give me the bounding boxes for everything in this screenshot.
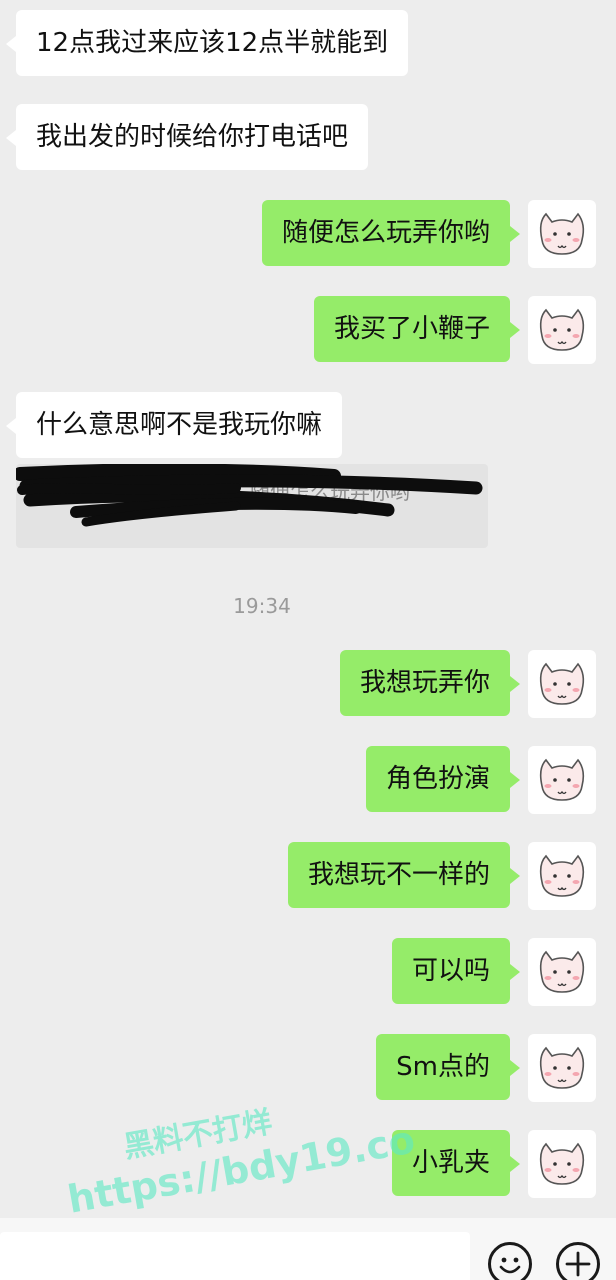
cat-sticker-avatar-icon[interactable] — [528, 938, 596, 1006]
outgoing-message-bubble[interactable]: 小乳夹 — [391, 1130, 521, 1196]
cat-sticker-avatar-icon[interactable] — [528, 1034, 596, 1102]
plus-circle-icon[interactable] — [556, 1242, 600, 1280]
outgoing-message-bubble[interactable]: 我想玩弄你 — [339, 650, 521, 716]
cat-sticker-avatar-icon[interactable] — [528, 746, 596, 814]
timestamp: 19:34 — [233, 594, 291, 618]
outgoing-message-bubble[interactable]: 角色扮演 — [365, 746, 521, 812]
quoted-reply[interactable]: ：随便怎么玩弄你哟 — [16, 464, 488, 548]
cat-sticker-avatar-icon[interactable] — [528, 650, 596, 718]
cat-sticker-avatar-icon[interactable] — [528, 296, 596, 364]
incoming-message-bubble[interactable]: 什么意思啊不是我玩你嘛 — [5, 392, 343, 458]
cat-sticker-avatar-icon[interactable] — [528, 1130, 596, 1198]
chat-window: 12点我过来应该12点半就能到 我出发的时候给你打电话吧 随便怎么玩弄你哟 我买… — [0, 0, 616, 1280]
outgoing-message-bubble[interactable]: Sm点的 — [376, 1034, 520, 1100]
watermark-line-2: https://bdy19.co — [64, 1117, 419, 1222]
outgoing-message-bubble[interactable]: 随便怎么玩弄你哟 — [261, 200, 521, 266]
outgoing-message-bubble[interactable]: 我买了小鞭子 — [313, 296, 521, 362]
cat-sticker-avatar-icon[interactable] — [528, 200, 596, 268]
watermark: 黑料不打烊 https://bdy19.co — [58, 1081, 418, 1223]
outgoing-message-bubble[interactable]: 可以吗 — [391, 938, 521, 1004]
smiley-icon[interactable] — [488, 1242, 532, 1280]
message-input[interactable] — [0, 1232, 470, 1280]
incoming-message-bubble[interactable]: 12点我过来应该12点半就能到 — [5, 10, 409, 76]
input-bar — [0, 1218, 616, 1280]
watermark-line-1: 黑料不打烊 — [121, 1104, 275, 1166]
cat-sticker-avatar-icon[interactable] — [528, 842, 596, 910]
redaction-scribble — [16, 464, 483, 527]
incoming-message-bubble[interactable]: 我出发的时候给你打电话吧 — [5, 104, 369, 170]
outgoing-message-bubble[interactable]: 我想玩不一样的 — [287, 842, 521, 908]
